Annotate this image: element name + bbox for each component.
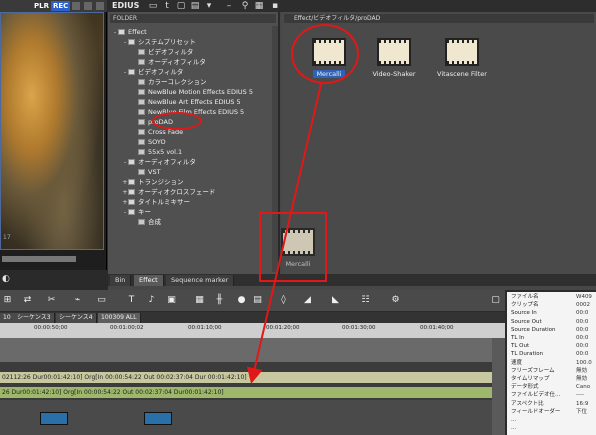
annotation-arrow (246, 83, 322, 384)
